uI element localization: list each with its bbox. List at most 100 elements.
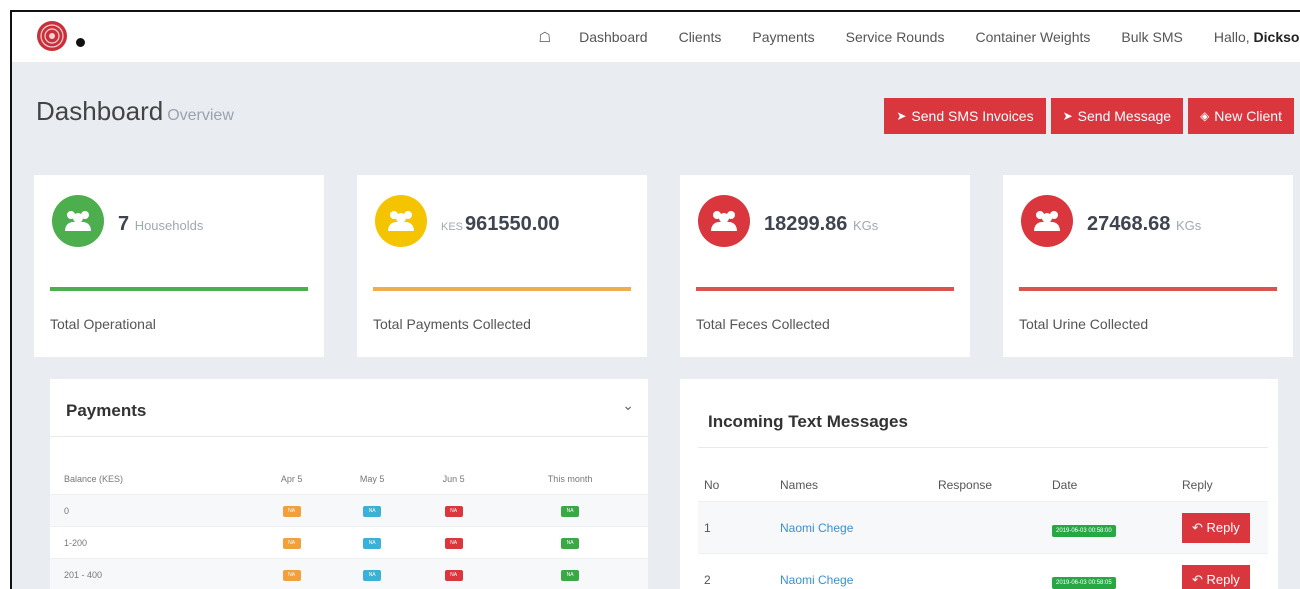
row-number: 1 [704, 520, 711, 535]
status-badge: NA [363, 570, 382, 581]
table-row: 201 - 400 NA NA NA NA [50, 558, 648, 589]
reply-icon: ↶ [1192, 571, 1203, 587]
balance-cell: 0 [64, 505, 70, 516]
nav-dashboard[interactable]: Dashboard [579, 29, 648, 45]
status-badge: NA [561, 506, 580, 517]
messages-title: Incoming Text Messages [708, 412, 908, 431]
page-subtitle: Overview [167, 107, 234, 124]
send-icon: ➤ [1062, 109, 1073, 123]
divider [698, 447, 1268, 448]
stat-label: Total Feces Collected [696, 316, 830, 332]
status-badge: NA [444, 570, 463, 581]
col-response: Response [938, 478, 993, 492]
stat-card-payments: KES 961550.00 Total Payments Collected [357, 175, 647, 357]
send-sms-invoices-button[interactable]: ➤ Send SMS Invoices [884, 98, 1046, 134]
col-may: May 5 [359, 473, 385, 484]
messages-panel: Incoming Text Messages No Names Response… [680, 379, 1278, 589]
send-message-label: Send Message [1077, 108, 1172, 124]
status-badge: NA [282, 570, 301, 581]
col-reply: Reply [1182, 478, 1213, 492]
response-cell [937, 502, 1051, 554]
table-row: 2 Naomi Chege 2019-06-03 00:58:05 ↶ Repl… [698, 553, 1268, 589]
status-badge: NA [363, 506, 382, 517]
status-badge: NA [561, 538, 580, 549]
col-no: No [704, 478, 720, 492]
stat-card-operational: 7 Households Total Operational [34, 175, 324, 357]
nav-container-weights[interactable]: Container Weights [975, 29, 1090, 45]
stat-card-feces: 18299.86 KGs Total Feces Collected [680, 175, 970, 357]
stat-label: Total Payments Collected [373, 316, 531, 332]
page-title: Dashboard Overview [36, 96, 234, 127]
status-badge: NA [282, 538, 301, 549]
stat-value: 27468.68 KGs [1087, 213, 1202, 235]
new-client-label: New Client [1214, 108, 1282, 124]
col-apr: Apr 5 [280, 473, 303, 484]
send-icon: ➤ [896, 109, 907, 123]
divider [50, 436, 648, 437]
stat-value: 7 Households [118, 213, 204, 235]
nav-payments[interactable]: Payments [752, 29, 814, 45]
nav-bulk-sms[interactable]: Bulk SMS [1121, 29, 1182, 45]
col-this-month: This month [547, 473, 593, 484]
client-name-link[interactable]: Naomi Chege [780, 573, 853, 587]
payments-panel: Payments ⌄ Balance (KES) Apr 5 May 5 Jun… [50, 379, 648, 589]
payments-title: Payments [66, 401, 147, 420]
stat-bar [696, 287, 954, 291]
col-date: Date [1052, 478, 1078, 492]
table-row: 0 NA NA NA NA [50, 494, 648, 527]
table-row: 1-200 NA NA NA NA [50, 526, 648, 559]
app-window: ☖ Dashboard Clients Payments Service Rou… [10, 10, 1300, 589]
reply-label: Reply [1206, 519, 1240, 535]
user-name: Dickson [1253, 29, 1300, 45]
reply-button[interactable]: ↶ Reply [1182, 512, 1250, 543]
brand-logo-icon[interactable] [36, 20, 68, 52]
page-title-text: Dashboard [36, 96, 164, 126]
new-client-button[interactable]: ◈ New Client [1188, 98, 1294, 134]
status-badge: NA [363, 538, 382, 549]
date-badge: 2019-06-03 00:58:05 [1052, 576, 1116, 589]
chevron-down-icon[interactable]: ⌄ [622, 397, 634, 414]
stat-value: 18299.86 KGs [764, 213, 879, 235]
nav-clients[interactable]: Clients [679, 29, 722, 45]
users-icon [698, 195, 750, 247]
client-name-link[interactable]: Naomi Chege [780, 521, 853, 535]
stat-label: Total Urine Collected [1019, 316, 1149, 332]
top-navbar: ☖ Dashboard Clients Payments Service Rou… [12, 12, 1300, 62]
users-icon [375, 195, 427, 247]
status-badge: NA [444, 538, 463, 549]
header-actions: ➤ Send SMS Invoices ➤ Send Message ◈ New Cl… [884, 98, 1294, 134]
stat-value: KES 961550.00 [441, 213, 560, 235]
status-badge: NA [561, 570, 580, 581]
reply-icon: ↶ [1192, 519, 1203, 535]
stat-label: Total Operational [50, 316, 156, 332]
response-cell [937, 554, 1051, 589]
date-badge: 2019-06-03 00:58:00 [1052, 524, 1116, 537]
hello-label: Hallo, [1213, 29, 1250, 45]
stat-bar [50, 287, 308, 291]
users-icon [52, 195, 104, 247]
home-icon[interactable]: ☖ [539, 29, 552, 46]
diamond-icon: ◈ [1200, 109, 1210, 123]
send-message-button[interactable]: ➤ Send Message [1050, 98, 1184, 134]
balance-cell: 1-200 [64, 537, 88, 548]
status-badge: NA [444, 506, 463, 517]
table-header-row: Balance (KES) Apr 5 May 5 Jun 5 This mon… [50, 463, 648, 495]
balance-cell: 201 - 400 [64, 569, 103, 580]
row-number: 2 [704, 572, 711, 587]
users-icon [1021, 195, 1073, 247]
reply-label: Reply [1206, 571, 1240, 587]
nav-service-rounds[interactable]: Service Rounds [846, 29, 945, 45]
reply-button[interactable]: ↶ Reply [1182, 564, 1250, 589]
stat-bar [1019, 287, 1277, 291]
payments-table: Balance (KES) Apr 5 May 5 Jun 5 This mon… [50, 463, 648, 589]
status-badge: NA [282, 506, 301, 517]
user-menu[interactable]: Hallo, Dickson [1214, 29, 1300, 45]
table-row: 1 Naomi Chege 2019-06-03 00:58:00 ↶ Repl… [698, 501, 1268, 554]
col-names: Names [780, 478, 819, 492]
cursor-dot [76, 38, 85, 47]
messages-table: No Names Response Date Reply 1 Naomi Che… [698, 469, 1268, 589]
table-header-row: No Names Response Date Reply [698, 469, 1268, 502]
stat-bar [373, 287, 631, 291]
stat-card-urine: 27468.68 KGs Total Urine Collected [1003, 175, 1293, 357]
col-jun: Jun 5 [442, 473, 465, 484]
